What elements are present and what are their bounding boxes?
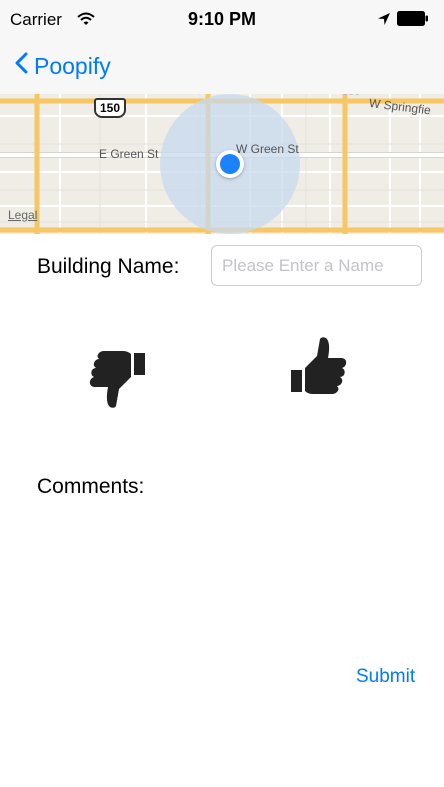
back-button[interactable]: Poopify bbox=[14, 52, 111, 80]
street-label-w-green: W Green St bbox=[236, 142, 299, 156]
back-button-label: Poopify bbox=[34, 52, 111, 79]
building-name-input[interactable] bbox=[211, 245, 422, 286]
navigation-bar: Poopify bbox=[0, 40, 444, 92]
thumbs-down-button[interactable] bbox=[89, 347, 147, 414]
comments-textarea[interactable] bbox=[37, 504, 426, 648]
comments-label: Comments: bbox=[37, 475, 145, 498]
route-shield-label: 150 bbox=[99, 101, 121, 115]
thumbs-up-icon bbox=[289, 337, 347, 402]
submit-button[interactable]: Submit bbox=[356, 666, 415, 688]
chevron-left-icon bbox=[14, 52, 34, 80]
street-label-e-green: E Green St bbox=[99, 147, 159, 161]
user-location-dot bbox=[216, 150, 244, 178]
form-content: Building Name: Comments: Submit bbox=[0, 234, 444, 787]
faded-map-label: 130 bbox=[342, 94, 360, 98]
route-shield: 150 bbox=[94, 98, 126, 118]
battery-icon bbox=[397, 11, 429, 31]
thumbs-up-button[interactable] bbox=[289, 336, 347, 403]
map-view[interactable]: 150 130 E Green St W Green St W Springfi… bbox=[0, 94, 444, 234]
legal-link[interactable]: Legal bbox=[8, 208, 37, 222]
building-name-label: Building Name: bbox=[37, 255, 180, 278]
location-arrow-icon bbox=[377, 11, 391, 31]
status-bar: Carrier 9:10 PM bbox=[0, 0, 444, 40]
thumbs-down-icon bbox=[89, 351, 147, 413]
